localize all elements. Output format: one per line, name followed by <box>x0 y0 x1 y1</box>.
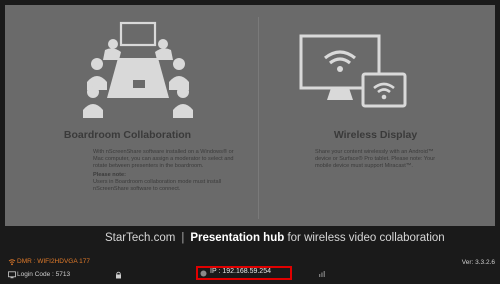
startech-logo: StarTech.com <box>105 232 176 244</box>
boardroom-icon <box>83 21 193 118</box>
boardroom-collaboration-panel[interactable]: Boardroom Collaboration With nScreenShar… <box>5 5 250 226</box>
boardroom-note-text: Users in Boardroom collaboration mode mu… <box>93 179 222 192</box>
monitor-icon <box>8 271 16 279</box>
wireless-title: Wireless Display <box>333 129 418 141</box>
brand-banner: StarTech.com | Presentation hub for wirele… <box>105 232 445 244</box>
wireless-display-panel[interactable]: Wireless Display Share your content wire… <box>253 5 498 226</box>
boardroom-title: Boardroom Collaboration <box>63 129 192 141</box>
ip-address: IP : 192.168.59.254 <box>210 268 271 275</box>
hub-title-rest: for wireless video collaboration <box>287 232 445 244</box>
firmware-version: Ver: 3.3.2.6 <box>461 259 495 266</box>
brand-separator: | <box>181 232 185 244</box>
boardroom-note-label: Please note: <box>93 172 126 178</box>
boardroom-description: With nScreenShare software installed on … <box>93 149 243 193</box>
lock-icon <box>116 271 121 279</box>
wireless-display-icon <box>299 34 407 108</box>
boardroom-body-text: With nScreenShare software installed on … <box>93 149 234 169</box>
display-screen: Boardroom Collaboration With nScreenShar… <box>5 5 495 226</box>
login-code: Login Code : 5713 <box>17 271 71 278</box>
wireless-description: Share your content wirelessly with an An… <box>315 149 436 169</box>
hub-title-bold: Presentation hub <box>190 232 285 244</box>
network-status-icon <box>319 271 325 277</box>
dmr-device-name: DMR : WIFI2HDVGA 177 <box>17 258 90 265</box>
wifi-icon <box>8 259 16 266</box>
network-globe-icon <box>200 270 207 277</box>
